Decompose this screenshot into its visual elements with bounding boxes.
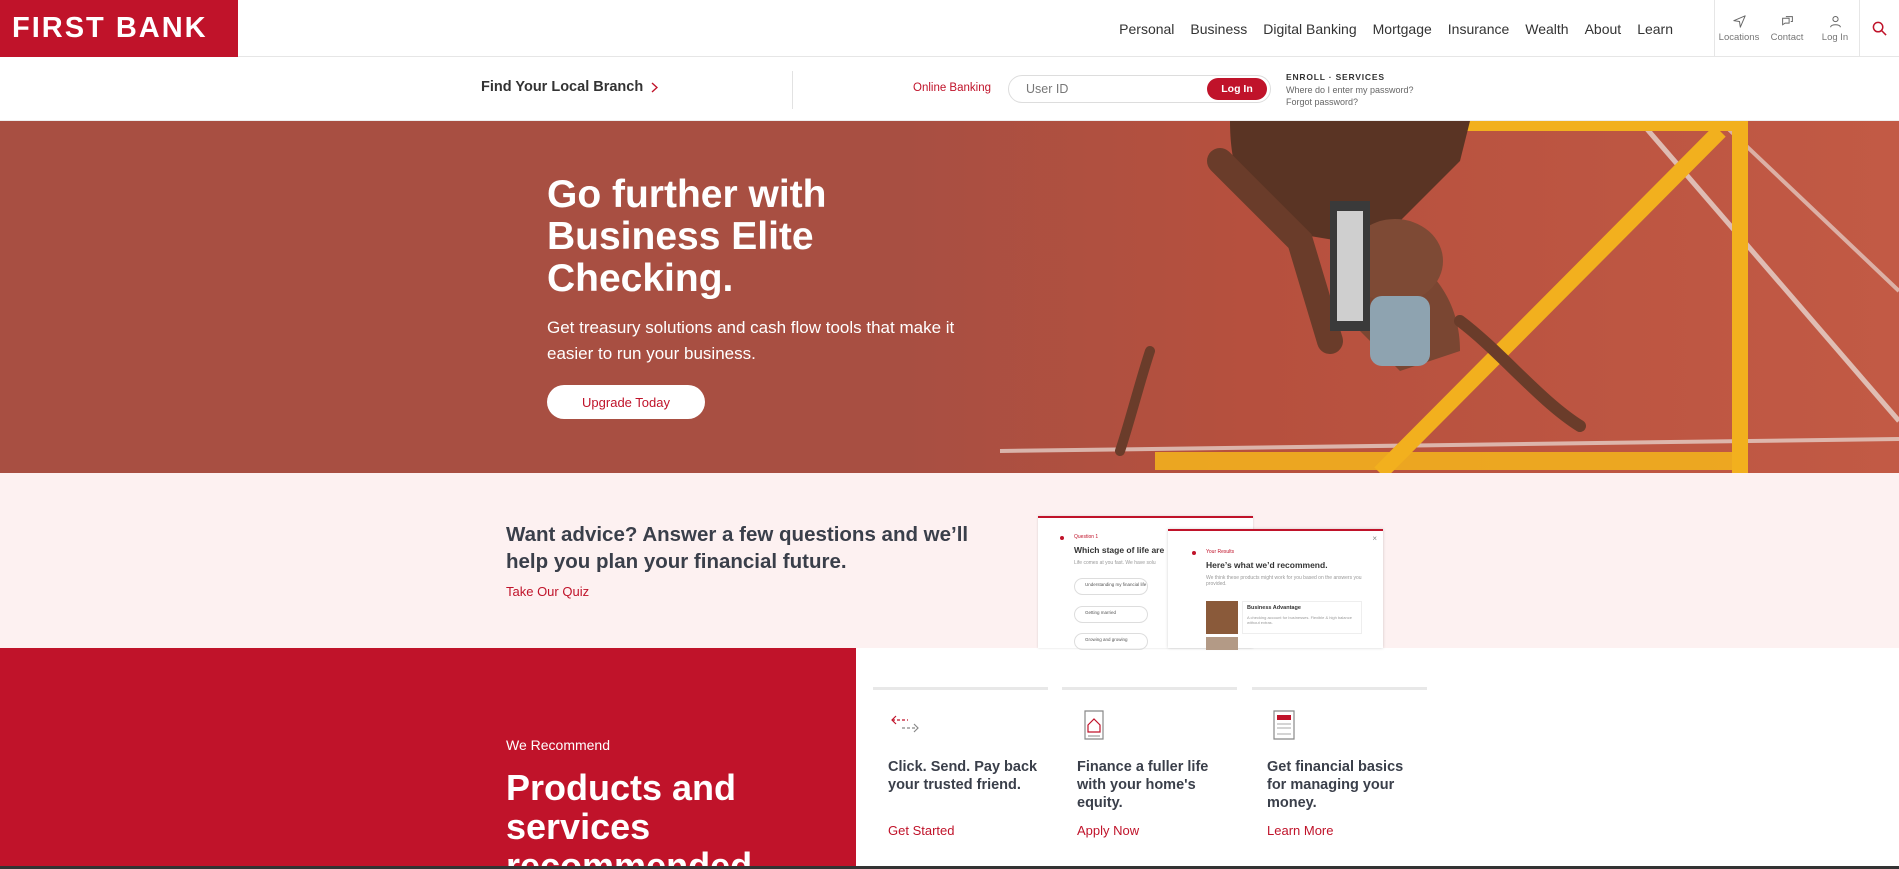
password-help-link[interactable]: Where do I enter my password? [1286, 84, 1414, 96]
advice-section: Want advice? Answer a few questions and … [0, 473, 1899, 650]
enroll-link[interactable]: ENROLL [1286, 72, 1326, 82]
quiz-question: Which stage of life are [1074, 545, 1165, 555]
quiz-text: Life comes at you fast. We have solu [1074, 560, 1156, 566]
log-in-button[interactable]: Log In [1207, 78, 1267, 100]
search-button[interactable] [1859, 0, 1899, 57]
nav-digital-banking[interactable]: Digital Banking [1255, 21, 1364, 37]
nav-mortgage[interactable]: Mortgage [1365, 21, 1440, 37]
tile-title: Get financial basics for managing your m… [1267, 759, 1404, 811]
apply-now-link[interactable]: Apply Now [1077, 823, 1139, 838]
forgot-password-link[interactable]: Forgot password? [1286, 96, 1414, 108]
divider [792, 71, 793, 109]
learn-more-link[interactable]: Learn More [1267, 823, 1333, 838]
login-form: Log In [1008, 75, 1271, 103]
hero-subtitle: Get treasury solutions and cash flow too… [547, 318, 955, 363]
product-card: Business Advantage A checking account fo… [1242, 601, 1362, 634]
results-text: We think these products might work for y… [1206, 575, 1362, 587]
tile-title: Click. Send. Pay back your trusted frien… [888, 759, 1038, 793]
book-icon [1273, 710, 1295, 740]
quiz-kicker: Question 1 [1074, 534, 1099, 540]
nav-business[interactable]: Business [1182, 21, 1255, 37]
hero-title: Go further with Business Elite Checking. [547, 173, 827, 300]
product-thumbnail [1206, 601, 1238, 634]
page: FIRST BANK Personal Business Digital Ban… [0, 0, 1899, 869]
user-icon [1829, 15, 1841, 27]
recommend-title: Products and services recommended [506, 767, 753, 869]
nav-insurance[interactable]: Insurance [1440, 21, 1517, 37]
services-link[interactable]: SERVICES [1336, 72, 1385, 82]
main-menu: Personal Business Digital Banking Mortga… [1111, 0, 1681, 57]
user-id-input[interactable] [1026, 82, 1196, 96]
nav-personal[interactable]: Personal [1111, 21, 1182, 37]
product-thumbnail [1206, 637, 1238, 650]
login-label: Log In [1821, 31, 1849, 43]
utility-links: Locations Contact Log In [1714, 0, 1859, 57]
product-tile-financial-basics: Get financial basics for managing your m… [1252, 687, 1427, 869]
chevron-right-icon [651, 81, 659, 93]
close-icon: × [1372, 534, 1377, 543]
transfer-arrows-icon [891, 715, 919, 733]
chat-bubbles-icon [1781, 15, 1793, 26]
product-text: A checking account for businesses. Flexi… [1247, 615, 1352, 625]
results-title: Here’s what we’d recommend. [1206, 560, 1328, 570]
quiz-option: Growing and growing [1074, 633, 1148, 650]
results-kicker: Your Results [1206, 549, 1235, 555]
online-banking-label: Online Banking [913, 82, 991, 94]
find-branch-link[interactable]: Find Your Local Branch [481, 79, 659, 95]
nav-wealth[interactable]: Wealth [1517, 21, 1576, 37]
product-tile-home-equity: Finance a fuller life with your home's e… [1062, 687, 1237, 869]
get-started-link[interactable]: Get Started [888, 823, 954, 838]
recommend-kicker: We Recommend [506, 737, 611, 753]
sprinter-track-image [900, 121, 1899, 473]
find-branch-label: Find Your Local Branch [481, 79, 644, 95]
status-dot [1060, 536, 1064, 540]
product-tile-p2p: Click. Send. Pay back your trusted frien… [873, 687, 1048, 869]
hero-banner: Go further with Business Elite Checking.… [0, 121, 1899, 473]
locations-label: Locations [1718, 31, 1760, 43]
product-title: Business Advantage [1247, 605, 1301, 611]
sub-bar: Find Your Local Branch Online Banking Lo… [0, 57, 1899, 121]
tile-title: Finance a fuller life with your home's e… [1077, 759, 1209, 811]
advice-heading: Want advice? Answer a few questions and … [506, 523, 969, 573]
enroll-services: ENROLL · SERVICES Where do I enter my pa… [1286, 72, 1414, 108]
quiz-option: Getting married [1074, 606, 1148, 623]
nav-learn[interactable]: Learn [1629, 21, 1681, 37]
first-bank-logo[interactable]: FIRST BANK [0, 0, 238, 57]
quiz-option: Understanding my financial life [1074, 578, 1148, 595]
results-preview-card: × Your Results Here’s what we’d recommen… [1168, 529, 1383, 650]
login-link[interactable]: Log In [1811, 0, 1859, 57]
separator-dot: · [1328, 72, 1333, 82]
take-quiz-link[interactable]: Take Our Quiz [506, 584, 589, 599]
upgrade-today-button[interactable]: Upgrade Today [547, 385, 705, 419]
nav-about[interactable]: About [1577, 21, 1630, 37]
location-arrow-icon [1732, 14, 1746, 28]
contact-label: Contact [1770, 31, 1804, 43]
home-document-icon [1084, 710, 1104, 740]
status-dot [1192, 551, 1196, 555]
contact-link[interactable]: Contact [1763, 0, 1811, 57]
recommend-section: We Recommend Products and services recom… [0, 648, 856, 869]
locations-link[interactable]: Locations [1715, 0, 1763, 57]
search-icon [1872, 21, 1887, 36]
top-navigation: FIRST BANK Personal Business Digital Ban… [0, 0, 1899, 57]
